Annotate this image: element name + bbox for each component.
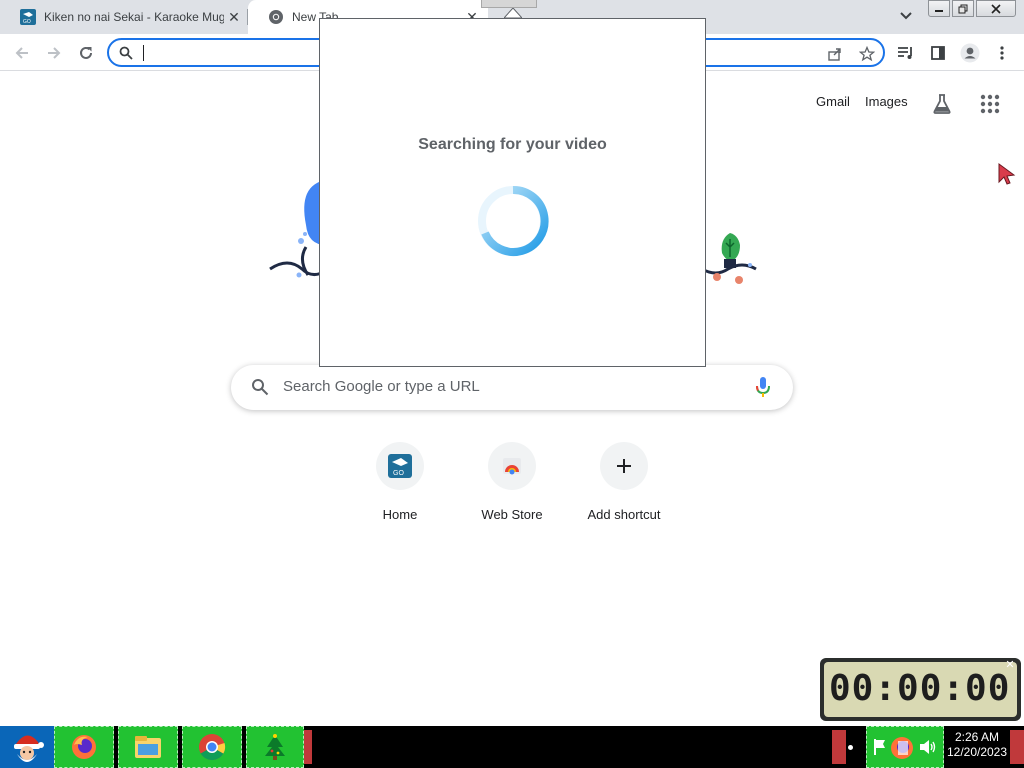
more-vertical-icon: [1000, 46, 1004, 60]
start-button[interactable]: [0, 726, 54, 768]
forward-button[interactable]: [40, 39, 68, 67]
add-shortcut-button[interactable]: Add shortcut: [568, 442, 680, 532]
window-close-button[interactable]: [976, 0, 1016, 17]
tab-karaoke[interactable]: GO Kiken no nai Sekai - Karaoke Mug ✕: [0, 0, 248, 34]
svg-text:GO: GO: [393, 470, 404, 477]
clock-time: 2:26 AM: [954, 730, 1000, 744]
popup-arrow: [504, 8, 522, 18]
firefox-icon: [72, 735, 96, 759]
mouse-pointer-icon: [998, 163, 1016, 185]
chrome-icon: [199, 734, 226, 761]
taskbar-item-christmas-tree[interactable]: [246, 726, 304, 768]
taskbar-item-firefox[interactable]: [54, 726, 114, 768]
shortcut-label: Home: [382, 507, 418, 522]
shortcut-label: Web Store: [481, 507, 543, 522]
bookmark-button[interactable]: [857, 44, 877, 64]
media-controls-button[interactable]: [892, 39, 920, 67]
close-icon: [991, 3, 1001, 14]
shortcut-web-store[interactable]: Web Store: [456, 442, 568, 532]
shortcut-tile: GO: [376, 442, 424, 490]
popup-anchor-tab: [481, 0, 537, 8]
search-icon: [119, 46, 133, 60]
timer-widget[interactable]: 00:00:00 ✕: [820, 658, 1021, 721]
labs-flask-icon[interactable]: [930, 92, 954, 116]
shortcut-tile: [600, 442, 648, 490]
web-store-icon: [503, 458, 521, 475]
taskbar-edge-marker: [832, 730, 846, 764]
taskbar-edge-marker: [304, 730, 312, 764]
close-icon[interactable]: ✕: [224, 7, 244, 27]
chrome-icon: [269, 10, 283, 24]
arrow-right-icon: [48, 47, 61, 59]
arrow-left-icon: [15, 47, 28, 59]
reload-button[interactable]: [72, 39, 100, 67]
clock-date: 12/20/2023: [946, 745, 1008, 759]
taskbar: 2:26 AM 12/20/2023: [0, 726, 1024, 768]
music-queue-icon: [898, 47, 912, 59]
star-icon: [859, 46, 875, 62]
file-explorer-icon: [135, 736, 161, 758]
search-icon: [252, 379, 269, 396]
images-link[interactable]: Images: [865, 94, 908, 109]
menu-button[interactable]: [988, 39, 1016, 67]
christmas-tree-icon: [265, 734, 285, 760]
tab-title: Kiken no nai Sekai - Karaoke Mug: [44, 10, 224, 24]
flag-icon[interactable]: [873, 738, 887, 756]
screen: GO Kiken no nai Sekai - Karaoke Mug ✕ Ne…: [0, 0, 1024, 768]
search-placeholder: Search Google or type a URL: [283, 378, 480, 395]
side-panel-icon: [931, 46, 945, 60]
chevron-down-icon: [900, 12, 912, 20]
text-caret: [143, 45, 144, 61]
taskbar-indicator-dot: [848, 745, 853, 750]
timer-display: 00:00:00: [824, 662, 1017, 717]
taskbar-item-chrome[interactable]: [182, 726, 242, 768]
karaoke-site-icon: GO: [20, 9, 36, 25]
shortcut-home[interactable]: GO Home: [344, 442, 456, 532]
restore-icon: [958, 4, 968, 13]
share-icon: [828, 48, 841, 61]
santa-icon: [14, 735, 44, 762]
address-input[interactable]: [142, 43, 322, 63]
volume-icon[interactable]: [919, 739, 937, 755]
popup-title: Searching for your video: [418, 136, 607, 153]
firefox-tray-icon[interactable]: [889, 735, 915, 761]
plus-icon: [617, 459, 631, 473]
timer-digits: 00:00:00: [829, 668, 1011, 709]
close-icon[interactable]: ✕: [1005, 660, 1015, 671]
share-button[interactable]: [825, 44, 845, 64]
svg-text:GO: GO: [23, 19, 31, 25]
apps-grid-icon[interactable]: [978, 92, 1002, 116]
extension-popup: Searching for your video: [319, 18, 706, 367]
side-panel-button[interactable]: [924, 39, 952, 67]
minimize-icon: [935, 9, 943, 12]
back-button[interactable]: [8, 39, 36, 67]
gmail-link[interactable]: Gmail: [816, 94, 850, 109]
karaoke-site-icon: GO: [388, 454, 412, 478]
tab-search-button[interactable]: [896, 6, 916, 26]
avatar-icon: [960, 43, 980, 63]
shortcut-tile: [488, 442, 536, 490]
taskbar-edge-marker: [1010, 730, 1024, 764]
reload-icon: [80, 46, 92, 59]
minimize-button[interactable]: [928, 0, 950, 17]
shortcut-label: Add shortcut: [587, 507, 661, 522]
profile-button[interactable]: [956, 39, 984, 67]
microphone-icon[interactable]: [753, 376, 773, 398]
doodle-light-bulb-green[interactable]: [700, 225, 760, 290]
system-tray: [866, 726, 944, 768]
restore-button[interactable]: [952, 0, 974, 17]
loading-spinner-icon: [478, 185, 549, 256]
taskbar-clock[interactable]: 2:26 AM 12/20/2023: [944, 730, 1010, 760]
ntp-search-box[interactable]: Search Google or type a URL: [231, 365, 793, 410]
taskbar-item-file-explorer[interactable]: [118, 726, 178, 768]
